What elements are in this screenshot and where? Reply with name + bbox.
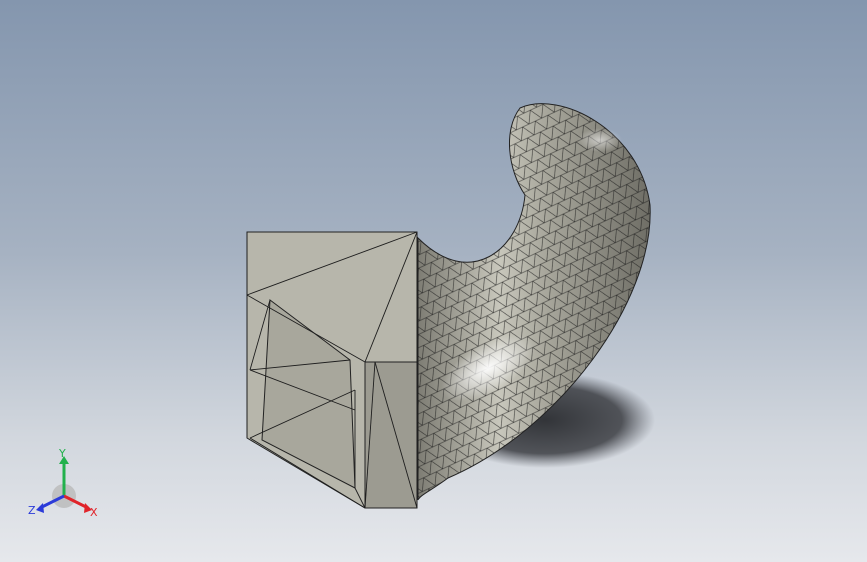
graphics-viewport[interactable]: Y X Z	[0, 0, 867, 562]
block-body[interactable]	[246, 231, 418, 509]
x-axis-label: X	[90, 506, 98, 519]
block-right-face	[364, 361, 418, 509]
z-axis-label: Z	[28, 504, 36, 517]
y-axis-label: Y	[58, 448, 66, 460]
z-axis-arrow	[36, 503, 44, 513]
model-scene[interactable]	[0, 0, 867, 562]
tube-specular-highlight-top	[578, 128, 622, 152]
orientation-triad[interactable]: Y X Z	[22, 448, 106, 524]
